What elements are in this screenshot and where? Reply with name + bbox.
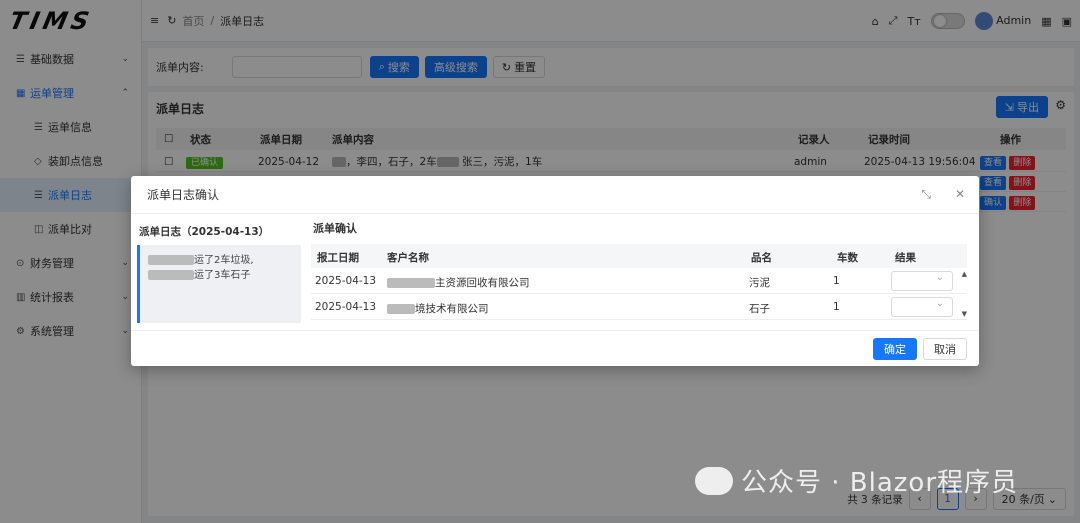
- dispatch-confirm-section: 派单确认 报工日期 客户名称 品名 车数 结果 2025-04-13 主资源回收…: [311, 220, 967, 320]
- ok-button[interactable]: 确定: [873, 338, 917, 360]
- wechat-logo-icon: [695, 466, 733, 495]
- close-icon[interactable]: ✕: [955, 187, 965, 202]
- scroll-up-icon[interactable]: ▲: [962, 270, 967, 278]
- table-row: 2025-04-13 境技术有限公司 石子 1 ▼: [311, 294, 967, 320]
- log-card[interactable]: 运了2车垃圾, 运了3车石子: [137, 245, 301, 323]
- scroll-down-icon[interactable]: ▼: [962, 310, 967, 318]
- modal-footer: 确定 取消: [131, 330, 979, 366]
- log-list-title: 派单日志（2025-04-13）: [139, 226, 270, 238]
- result-select[interactable]: [891, 271, 953, 291]
- cancel-button[interactable]: 取消: [923, 338, 967, 360]
- log-list: 派单日志（2025-04-13） 运了2车垃圾, 运了3车石子: [137, 220, 301, 323]
- watermark: 公众号 · Blazor程序员: [695, 462, 1018, 499]
- confirm-modal: 派单日志确认 ⤡ ✕ 派单日志（2025-04-13） 运了2车垃圾, 运了3车…: [131, 176, 979, 366]
- maximize-icon[interactable]: ⤡: [921, 187, 931, 202]
- result-select[interactable]: [891, 297, 953, 317]
- table-row: 2025-04-13 主资源回收有限公司 污泥 1 ▲: [311, 268, 967, 294]
- modal-header: 派单日志确认 ⤡ ✕: [131, 176, 979, 214]
- modal-title: 派单日志确认: [147, 188, 220, 202]
- confirm-table-header: 报工日期 客户名称 品名 车数 结果: [311, 244, 967, 268]
- section-title: 派单确认: [313, 222, 357, 235]
